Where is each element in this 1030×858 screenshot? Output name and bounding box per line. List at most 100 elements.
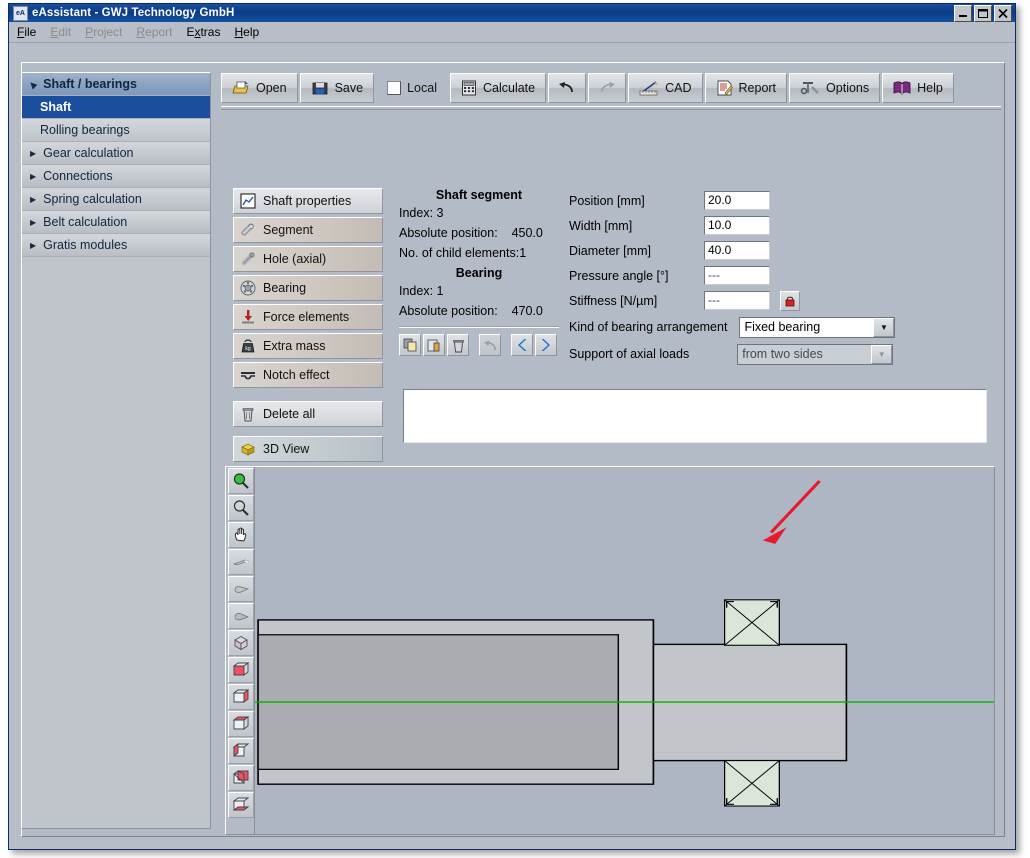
hole-axial-button[interactable]: Hole (axial) [233,246,383,272]
local-checkbox[interactable]: Local [376,73,448,103]
view-front-button[interactable] [228,657,254,683]
bearing-button[interactable]: Bearing [233,275,383,301]
pan-button[interactable] [228,522,254,548]
view-back-button[interactable] [228,765,254,791]
sidebar-item-gear-calculation[interactable]: ▶ Gear calculation [22,142,210,165]
menu-report[interactable]: Report [136,25,172,39]
next-element-button[interactable] [535,334,557,356]
sidebar-item-shaft[interactable]: Shaft [22,96,210,119]
sidebar-item-label: Shaft / bearings [43,77,137,91]
triangle-right-icon: ▶ [30,218,36,227]
menu-file[interactable]: File [17,25,36,39]
stiffness-input[interactable]: --- [704,291,770,310]
cad-button[interactable]: CAD [628,73,702,103]
extra-mass-button[interactable]: kg Extra mass [233,333,383,359]
zoom-in-button[interactable] [228,468,254,494]
sidebar-item-shaft-bearings[interactable]: ◀ Shaft / bearings [22,73,210,96]
diameter-input[interactable]: 40.0 [704,241,770,260]
options-button[interactable]: Options [789,73,880,103]
shaft-drawing-canvas[interactable] [254,467,994,834]
segment-button[interactable]: Segment [233,217,383,243]
view-right-button[interactable] [228,684,254,710]
triangle-right-icon: ▶ [30,241,36,250]
view-bottom-icon [232,796,250,814]
help-button[interactable]: Help [882,73,954,103]
close-button[interactable] [994,5,1012,22]
shade-cone2-icon [232,609,250,623]
copy-button[interactable] [399,334,421,356]
delete-element-button[interactable] [447,334,469,356]
redo-button[interactable] [588,73,626,103]
maximize-button[interactable] [974,5,992,22]
options-label: Options [826,81,869,95]
undo-element-button[interactable] [479,334,501,356]
view-left-button[interactable] [228,738,254,764]
undo-button[interactable] [548,73,586,103]
shaft-properties-button[interactable]: Shaft properties [233,188,383,214]
report-button[interactable]: Report [705,73,788,103]
sidebar-item-spring-calculation[interactable]: ▶ Spring calculation [22,188,210,211]
view-isometric-button[interactable] [228,630,254,656]
zoom-out-button[interactable] [228,495,254,521]
width-input[interactable]: 10.0 [704,216,770,235]
view-top-button[interactable] [228,711,254,737]
shade-flat-button[interactable] [228,549,254,575]
sidebar-item-connections[interactable]: ▶ Connections [22,165,210,188]
sidebar-item-belt-calculation[interactable]: ▶ Belt calculation [22,211,210,234]
bearing-title: Bearing [399,266,559,280]
open-button[interactable]: Open [221,73,298,103]
shade-cone-icon [232,582,250,596]
width-label: Width [mm] [569,219,704,233]
weight-icon: kg [240,338,256,354]
bearing-icon [240,280,256,296]
shade-flat-icon [232,555,250,569]
menu-extras[interactable]: Extras [186,25,220,39]
paste-icon [427,338,442,353]
stiffness-label: Stiffness [N/µm] [569,294,704,308]
main-toolbar: Open Save Local [221,72,1001,104]
menu-help[interactable]: Help [234,25,259,39]
checkbox-icon[interactable] [387,81,401,95]
view-back-icon [232,769,250,787]
tools-options-icon [800,80,820,96]
force-elements-button[interactable]: Force elements [233,304,383,330]
position-input[interactable]: 20.0 [704,191,770,210]
menu-edit[interactable]: Edit [50,25,71,39]
lock-icon [784,295,796,307]
shade-cone-button[interactable] [228,576,254,602]
element-label: Bearing [263,281,306,295]
chevron-down-icon[interactable]: ▼ [871,345,892,364]
stiffness-lock-button[interactable] [780,291,800,311]
chevron-down-icon[interactable]: ▼ [873,318,894,337]
notch-icon [240,367,256,383]
window-title: eAssistant - GWJ Technology GmbH [32,7,954,19]
position-row: Position [mm] 20.0 [569,188,995,213]
shade-cone2-button[interactable] [228,603,254,629]
menu-project[interactable]: Project [85,25,122,39]
position-label: Position [mm] [569,194,704,208]
axial-loads-value: from two sides [742,347,823,361]
save-label: Save [335,81,364,95]
view-left-icon [232,742,250,760]
element-label: Force elements [263,310,349,324]
shaft-drawing-viewport [225,466,995,835]
calculate-button[interactable]: Calculate [450,73,546,103]
delete-all-label: Delete all [263,407,315,421]
view-3d-button[interactable]: 3D View [233,436,383,462]
save-button[interactable]: Save [300,73,375,103]
notch-effect-button[interactable]: Notch effect [233,362,383,388]
sidebar-item-rolling-bearings[interactable]: Rolling bearings [22,119,210,142]
application-window: eA eAssistant - GWJ Technology GmbH File… [8,3,1016,850]
previous-element-button[interactable] [511,334,533,356]
delete-all-button[interactable]: Delete all [233,401,383,427]
pan-hand-icon [232,526,250,544]
axial-loads-select[interactable]: from two sides ▼ [737,344,893,365]
bearing-arrangement-select[interactable]: Fixed bearing ▼ [739,317,895,338]
pressure-angle-input[interactable]: --- [704,266,770,285]
view-bottom-button[interactable] [228,792,254,818]
minimize-button[interactable] [954,5,972,22]
sidebar-item-gratis-modules[interactable]: ▶ Gratis modules [22,234,210,257]
triangle-right-icon: ▶ [30,195,36,204]
paste-button[interactable] [423,334,445,356]
sidebar-item-label: Connections [43,169,113,183]
